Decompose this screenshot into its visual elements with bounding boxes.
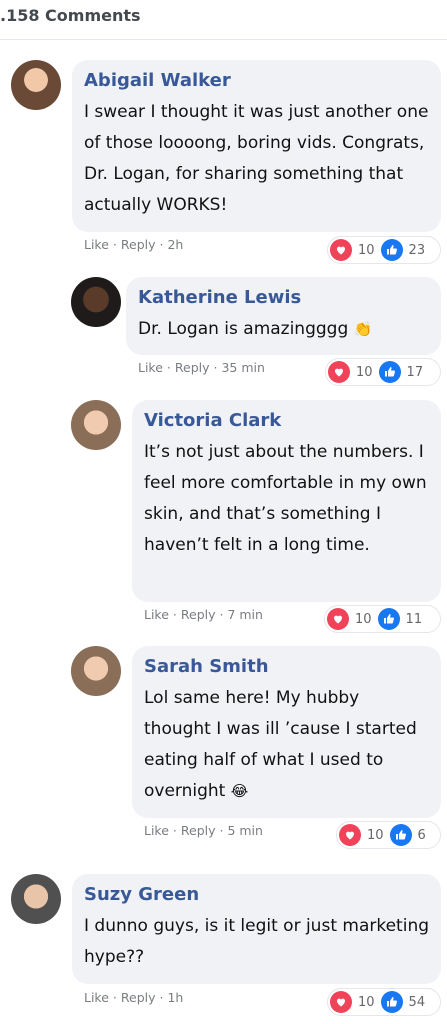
avatar[interactable] (11, 60, 61, 110)
comment-text-body: Lol same here! My hubby thought I was il… (144, 688, 417, 801)
like-count: 54 (408, 994, 426, 1010)
like-link[interactable]: Like (144, 607, 169, 622)
heart-count: 10 (358, 994, 375, 1010)
heart-count: 10 (358, 242, 375, 258)
separator: · (219, 607, 224, 622)
avatar[interactable] (71, 277, 121, 327)
reaction-summary[interactable]: 10 17 (325, 358, 441, 386)
like-count: 11 (405, 611, 423, 627)
comment-bubble: Suzy Green I dunno guys, is it legit or … (72, 874, 441, 984)
like-reaction-icon (380, 991, 403, 1013)
reaction-summary[interactable]: 10 11 (324, 605, 441, 633)
timestamp: 2h (167, 237, 184, 252)
comment-text: I dunno guys, is it legit or just market… (84, 916, 430, 967)
heart-reaction-icon (330, 239, 352, 261)
heart-count: 10 (356, 364, 373, 380)
separator: · (172, 823, 177, 838)
comments-header: .158 Comments (0, 0, 447, 40)
comments-count: .158 Comments (0, 6, 141, 25)
like-count: 17 (406, 364, 424, 380)
comment-text: Dr. Logan is amazingggg 👏 (138, 314, 429, 345)
like-link[interactable]: Like (144, 823, 169, 838)
comment-bubble: Abigail Walker I swear I thought it was … (72, 60, 441, 232)
like-link[interactable]: Like (138, 360, 163, 375)
clapping-hands-emoji-icon: 👏 (353, 320, 373, 338)
heart-reaction-icon (339, 824, 361, 846)
avatar[interactable] (11, 874, 61, 924)
comment-actions: Like · Reply · 2h (84, 237, 183, 252)
like-reaction-icon (389, 824, 412, 846)
like-reaction-icon (377, 608, 400, 630)
like-reaction-icon (378, 361, 401, 383)
timestamp: 35 min (221, 360, 265, 375)
separator: · (159, 237, 164, 252)
like-reaction-icon (380, 239, 403, 261)
comment-text-body: Dr. Logan is amazingggg (138, 319, 349, 339)
avatar[interactable] (71, 646, 121, 696)
separator: · (166, 360, 171, 375)
heart-reaction-icon (327, 608, 349, 630)
comment-bubble: Victoria Clark It’s not just about the n… (132, 400, 441, 602)
commenter-name[interactable]: Victoria Clark (144, 409, 429, 433)
timestamp: 7 min (227, 607, 263, 622)
like-count: 23 (408, 242, 426, 258)
separator: · (159, 990, 164, 1005)
separator: · (219, 823, 224, 838)
comment-actions: Like · Reply · 35 min (138, 360, 265, 375)
like-link[interactable]: Like (84, 237, 109, 252)
reply-link[interactable]: Reply (181, 823, 216, 838)
comment-text: I swear I thought it was just another on… (84, 102, 429, 215)
separator: · (112, 237, 117, 252)
heart-count: 10 (367, 827, 384, 843)
like-link[interactable]: Like (84, 990, 109, 1005)
comment-actions: Like · Reply · 1h (84, 990, 183, 1005)
reply-link[interactable]: Reply (175, 360, 210, 375)
comment-text: Lol same here! My hubby thought I was il… (144, 683, 429, 807)
separator: · (112, 990, 117, 1005)
comment-actions: Like · Reply · 5 min (144, 823, 263, 838)
reply-link[interactable]: Reply (121, 237, 156, 252)
reaction-summary[interactable]: 10 23 (327, 236, 441, 264)
comment-actions: Like · Reply · 7 min (144, 607, 263, 622)
separator: · (172, 607, 177, 622)
comment-bubble: Sarah Smith Lol same here! My hubby thou… (132, 646, 441, 818)
heart-count: 10 (355, 611, 372, 627)
reaction-summary[interactable]: 10 54 (327, 988, 441, 1016)
reply-link[interactable]: Reply (181, 607, 216, 622)
commenter-name[interactable]: Katherine Lewis (138, 286, 429, 310)
commenter-name[interactable]: Abigail Walker (84, 69, 429, 93)
avatar[interactable] (71, 400, 121, 450)
like-count: 6 (417, 827, 426, 843)
timestamp: 1h (167, 990, 184, 1005)
commenter-name[interactable]: Sarah Smith (144, 655, 429, 679)
comment-text: It’s not just about the numbers. I feel … (144, 442, 427, 555)
timestamp: 5 min (227, 823, 263, 838)
reaction-summary[interactable]: 10 6 (336, 821, 441, 849)
commenter-name[interactable]: Suzy Green (84, 883, 429, 907)
comment-bubble: Katherine Lewis Dr. Logan is amazingggg … (126, 277, 441, 355)
reply-link[interactable]: Reply (121, 990, 156, 1005)
heart-reaction-icon (328, 361, 350, 383)
separator: · (213, 360, 218, 375)
laughing-emoji-icon: 😂 (230, 782, 249, 800)
heart-reaction-icon (330, 991, 352, 1013)
